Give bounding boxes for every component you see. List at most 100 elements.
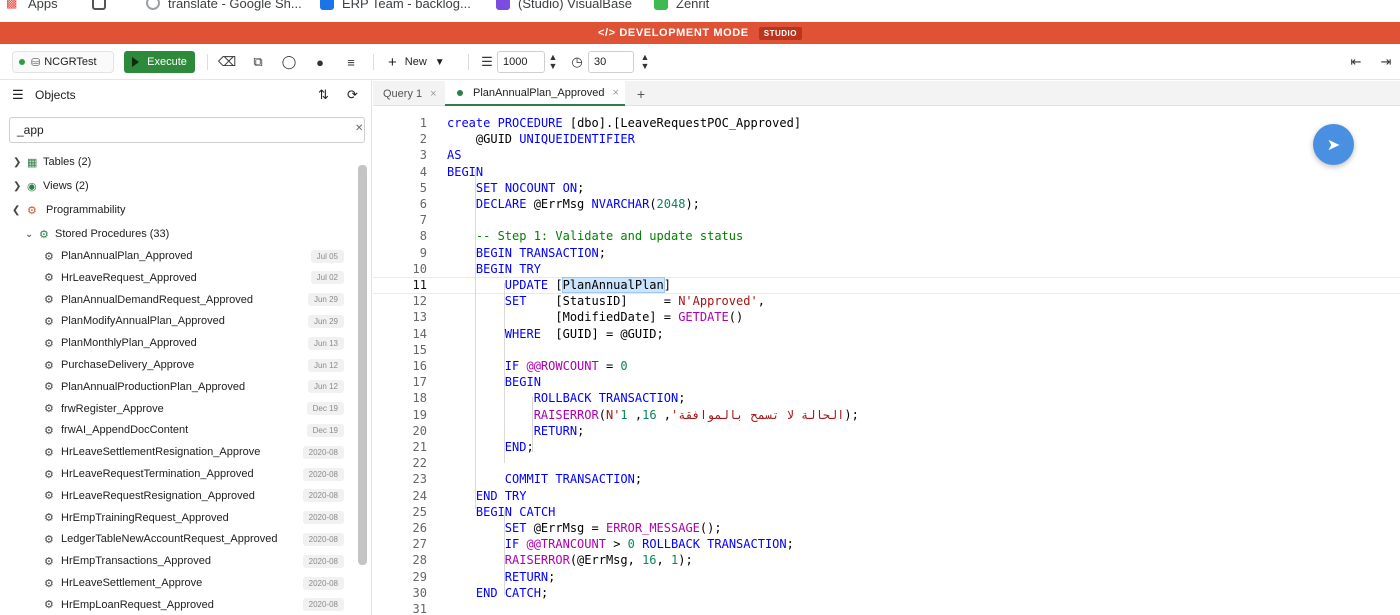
modified-date-badge: Jul 02: [310, 271, 344, 285]
code-line: create PROCEDURE [dbo].[LeaveRequestPOC_…: [447, 116, 802, 130]
import-icon[interactable]: ⇤: [1347, 53, 1365, 71]
editor-tab-bar: Query 1 × PlanAnnualPlan_Approved × +: [373, 81, 1400, 106]
code-line: END;: [504, 440, 534, 454]
object-explorer: ☰ Objects ⇅ ⟳ _app ✕ ❯ ▦ Tables (2) ❯ ◉ …: [0, 81, 372, 615]
object-search-input[interactable]: _app: [9, 117, 365, 143]
toolbar-divider: [373, 54, 374, 70]
programmability-icon: ⚙: [27, 204, 37, 217]
tab-label: PlanAnnualPlan_Approved: [473, 86, 605, 99]
bookmark-erp-team[interactable]: ERP Team - backlog...: [320, 0, 471, 12]
code-line: RAISERROR(N'الحالة لا تسمح بالموافقة', 1…: [533, 407, 859, 422]
stored-procedure-item[interactable]: ⚙ HrLeaveRequestTermination_Approved 2020-…: [0, 464, 352, 484]
clear-search-icon[interactable]: ✕: [355, 123, 363, 134]
toolbar-divider: [468, 54, 469, 70]
stored-procedure-item[interactable]: ⚙ PlanAnnualProductionPlan_Approved Jun 12: [0, 377, 352, 397]
chevron-down-icon: ⌄: [25, 228, 34, 240]
sql-code-editor[interactable]: 1 2 3 4 5 6 7 8 9 10 11 12 13 14 15 16 17 18 19 20 21 22 23 24 2…: [373, 107, 1400, 615]
procedure-name: LedgerTableNewAccountRequest_Approved: [61, 533, 278, 546]
stored-procedure-item[interactable]: ⚙ HrEmpTrainingRequest_Approved 2020-08: [0, 508, 352, 528]
line-number: 5: [419, 180, 427, 195]
code-line: BEGIN CATCH: [475, 504, 556, 519]
grid-icon: [92, 0, 106, 10]
code-line: IF @@ROWCOUNT = 0: [504, 359, 628, 373]
line-number: 16: [412, 359, 427, 373]
views-label: Views (2): [43, 180, 89, 192]
execute-button[interactable]: Execute: [124, 51, 195, 73]
development-mode-banner: </> DEVELOPMENT MODE STUDIO: [0, 22, 1400, 44]
copy-icon[interactable]: ⧉: [249, 53, 267, 71]
stored-procedure-item[interactable]: ⚙ HrLeaveRequestResignation_Approved 2020-…: [0, 486, 352, 506]
comment-icon[interactable]: ●: [311, 53, 329, 71]
export-icon[interactable]: ⇥: [1377, 53, 1395, 71]
compass-assistant-button[interactable]: ➤: [1313, 124, 1354, 165]
stored-procedure-item[interactable]: ⚙ PlanAnnualDemandRequest_Approved Jun 29: [0, 290, 352, 310]
database-icon: ⛁: [31, 56, 41, 69]
line-number: 18: [412, 391, 427, 406]
sidebar-scrollbar[interactable]: [358, 165, 367, 565]
play-icon: [132, 57, 140, 67]
line-number-gutter: 1 2 3 4 5 6 7 8 9 10 11 12 13 14 15 16 17 18 19 20 21 22 23 24 2…: [373, 107, 433, 615]
row-limit-stepper[interactable]: ▲ ▼: [545, 50, 561, 74]
unsaved-dot-icon: [457, 89, 463, 96]
code-line: IF @@TRANCOUNT > 0 ROLLBACK TRANSACTION;: [504, 537, 794, 552]
close-icon[interactable]: ×: [613, 87, 619, 99]
compass-icon: ➤: [1326, 136, 1341, 154]
eraser-icon[interactable]: ⌫: [218, 53, 236, 71]
timeout-stepper[interactable]: ▲ ▼: [637, 50, 653, 74]
toolbar-divider: [207, 54, 208, 70]
query-toolbar: ⛁ NCGRTest Execute ⌫ ⧉ ◯ ● ≡ + New ▼ ☰ 1…: [0, 44, 1400, 80]
bookmark-visualbase[interactable]: (Studio) VisualBase: [496, 0, 632, 12]
plus-icon: +: [388, 53, 397, 71]
stored-procedure-item[interactable]: ⚙ PlanModifyAnnualPlan_Approved Jun 29: [0, 311, 352, 331]
format-icon[interactable]: ≡: [342, 53, 360, 71]
code-line: [ModifiedDate] = GETDATE(): [447, 310, 744, 325]
bookmark-grid[interactable]: [92, 0, 114, 12]
database-selector[interactable]: ⛁ NCGRTest: [12, 51, 114, 73]
tab-query-1[interactable]: Query 1 ×: [373, 81, 441, 106]
stored-procedure-item[interactable]: ⚙ HrEmpLoanRequest_Approved 2020-08: [0, 595, 352, 615]
line-number: 27: [412, 537, 427, 552]
line-number: 2: [419, 132, 427, 147]
table-icon: ▦: [27, 156, 38, 169]
code-line: COMMIT TRANSACTION;: [504, 472, 643, 487]
bookmark-translate[interactable]: translate - Google Sh...: [146, 0, 302, 12]
stored-procedure-item[interactable]: ⚙ PlanAnnualPlan_Approved Jul 05: [0, 246, 352, 266]
code-line: -- Step 1: Validate and update status: [475, 229, 744, 244]
tab-planannualplan-approved[interactable]: PlanAnnualPlan_Approved ×: [445, 81, 625, 106]
stored-procedure-item[interactable]: ⚙ HrLeaveRequest_Approved Jul 02: [0, 268, 352, 288]
gear-icon: ⚙: [44, 468, 54, 481]
sort-icon[interactable]: ⇅: [318, 87, 329, 103]
add-tab-button[interactable]: +: [631, 81, 651, 106]
stored-procedure-item[interactable]: ⚙ HrLeaveSettlementResignation_Approve 202…: [0, 442, 352, 462]
stored-procedure-item[interactable]: ⚙ HrEmpTransactions_Approved 2020-08: [0, 551, 352, 571]
close-icon[interactable]: ×: [430, 88, 436, 100]
code-line: AS: [447, 148, 462, 163]
bookmark-zenrit[interactable]: Zenrit: [654, 0, 709, 12]
line-number: 21: [412, 440, 427, 454]
stored-procedure-item[interactable]: ⚙ PurchaseDelivery_Approve Jun 12: [0, 355, 352, 375]
refresh-icon[interactable]: ⟳: [347, 87, 358, 103]
modified-date-badge: 2020-08: [302, 511, 344, 525]
gear-icon: ⚙: [44, 272, 54, 285]
apps-grid-icon: ▩: [6, 0, 18, 10]
code-line: SET @ErrMsg = ERROR_MESSAGE();: [504, 521, 722, 535]
procedure-name: PlanModifyAnnualPlan_Approved: [61, 315, 225, 328]
stored-procedure-item[interactable]: ⚙ LedgerTableNewAccountRequest_Approved 20…: [0, 529, 352, 549]
menu-icon[interactable]: ☰: [12, 87, 24, 103]
new-button[interactable]: + New ▼: [388, 51, 445, 73]
procedure-name: HrEmpTrainingRequest_Approved: [61, 511, 229, 524]
gear-icon: ⚙: [44, 359, 54, 372]
timeout-input[interactable]: 30: [588, 51, 634, 73]
code-line: ROLLBACK TRANSACTION;: [533, 391, 686, 406]
code-line: RETURN;: [533, 423, 585, 438]
row-limit-input[interactable]: 1000: [497, 51, 545, 73]
execute-label: Execute: [147, 56, 187, 68]
stored-procedure-item[interactable]: ⚙ HrLeaveSettlement_Approve 2020-08: [0, 573, 352, 593]
stored-procedure-item[interactable]: ⚙ frwRegister_Approve Dec 19: [0, 399, 352, 419]
chevron-down-icon: ❮: [12, 204, 21, 216]
stored-procedure-item[interactable]: ⚙ PlanMonthlyPlan_Approved Jun 13: [0, 333, 352, 353]
hide-icon[interactable]: ◯: [280, 53, 298, 71]
modified-date-badge: Jun 12: [307, 380, 344, 394]
bookmark-apps[interactable]: ▩ Apps: [6, 0, 58, 12]
stored-procedure-item[interactable]: ⚙ frwAI_AppendDocContent Dec 19: [0, 420, 352, 440]
